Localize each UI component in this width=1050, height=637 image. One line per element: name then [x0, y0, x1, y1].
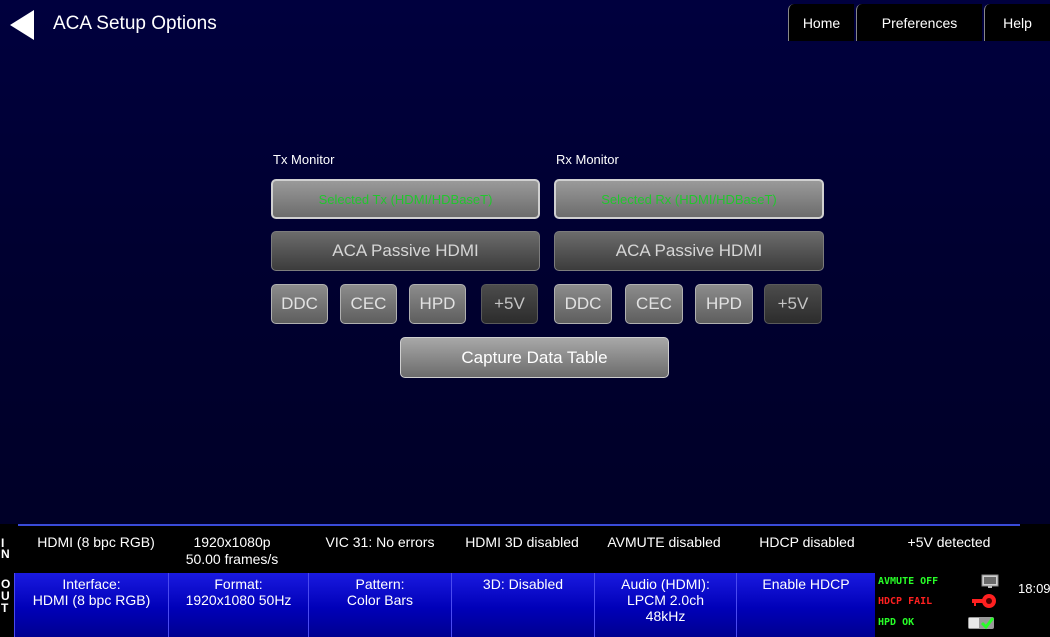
- tx-cec-button[interactable]: CEC: [340, 284, 397, 324]
- out-format-value: 1920x1080 50Hz: [185, 592, 292, 608]
- tx-select-button[interactable]: Selected Tx (HDMI/HDBaseT): [271, 179, 540, 219]
- rx-monitor-label: Rx Monitor: [556, 152, 619, 167]
- out-side-label-u: U: [1, 589, 10, 603]
- in-format-rate: 50.00 frames/s: [185, 551, 279, 567]
- back-arrow-icon[interactable]: [10, 10, 34, 40]
- in-vic: VIC 31: No errors: [325, 534, 435, 550]
- hpd-status: HPD OK: [878, 617, 915, 628]
- out-3d-button[interactable]: 3D: Disabled: [451, 573, 594, 637]
- in-interface: HDMI (8 bpc RGB): [37, 534, 155, 550]
- rx-aca-mode-button[interactable]: ACA Passive HDMI: [554, 231, 824, 271]
- rx-select-button[interactable]: Selected Rx (HDMI/HDBaseT): [554, 179, 824, 219]
- avmute-status: AVMUTE OFF: [878, 576, 939, 587]
- out-audio-format: LPCM 2.0ch: [626, 592, 705, 608]
- out-pattern-button[interactable]: Pattern: Color Bars: [308, 573, 451, 637]
- in-side-label-n: N: [1, 547, 10, 561]
- rx-5v-button[interactable]: +5V: [764, 284, 822, 324]
- out-interface-label: Interface:: [62, 576, 121, 592]
- tx-aca-mode-button[interactable]: ACA Passive HDMI: [271, 231, 540, 271]
- toggle-switch-icon: [968, 617, 995, 630]
- clock: 18:09: [1018, 581, 1050, 596]
- out-audio-button[interactable]: Audio (HDMI): LPCM 2.0ch 48kHz: [594, 573, 736, 637]
- out-3d-label: 3D: Disabled: [482, 576, 564, 592]
- tx-ddc-button[interactable]: DDC: [271, 284, 328, 324]
- key-icon: [972, 594, 996, 608]
- in-hdcp: HDCP disabled: [759, 534, 855, 550]
- input-status-bar: I N HDMI (8 bpc RGB) 1920x1080p 50.00 fr…: [0, 524, 1050, 571]
- out-interface-value: HDMI (8 bpc RGB): [32, 592, 151, 608]
- tx-hpd-button[interactable]: HPD: [409, 284, 466, 324]
- out-pattern-label: Pattern:: [355, 576, 405, 592]
- tab-preferences[interactable]: Preferences: [856, 4, 982, 41]
- out-hdcp-label: Enable HDCP: [762, 576, 850, 592]
- output-status-bar: O U T Interface: HDMI (8 bpc RGB) Format…: [0, 571, 1050, 637]
- page-title: ACA Setup Options: [53, 13, 217, 34]
- top-bar: ACA Setup Options Home Preferences Help: [0, 0, 1050, 48]
- hdcp-status: HDCP FAIL: [878, 596, 933, 607]
- monitor-icon: [981, 574, 999, 588]
- tab-home[interactable]: Home: [788, 4, 854, 41]
- tx-5v-button[interactable]: +5V: [481, 284, 538, 324]
- tx-monitor-label: Tx Monitor: [273, 152, 335, 167]
- rx-ddc-button[interactable]: DDC: [554, 284, 612, 324]
- tab-help[interactable]: Help: [984, 4, 1050, 41]
- out-side-label-t: T: [1, 601, 9, 615]
- in-power: +5V detected: [907, 534, 991, 550]
- in-avmute: AVMUTE disabled: [607, 534, 721, 550]
- out-interface-button[interactable]: Interface: HDMI (8 bpc RGB): [14, 573, 168, 637]
- out-audio-label: Audio (HDMI):: [621, 576, 710, 592]
- output-status-panel: AVMUTE OFF HDCP FAIL HPD OK: [875, 571, 1008, 637]
- app-window: ACA Setup Options Home Preferences Help …: [0, 0, 1050, 637]
- out-side-label-o: O: [1, 577, 11, 591]
- out-audio-rate: 48kHz: [645, 608, 686, 624]
- out-format-label: Format:: [214, 576, 263, 592]
- divider: [18, 524, 1020, 526]
- in-hdmi3d: HDMI 3D disabled: [465, 534, 579, 550]
- rx-hpd-button[interactable]: HPD: [695, 284, 753, 324]
- rx-cec-button[interactable]: CEC: [625, 284, 683, 324]
- capture-data-table-button[interactable]: Capture Data Table: [400, 337, 669, 378]
- in-format-resolution: 1920x1080p: [193, 534, 271, 550]
- out-pattern-value: Color Bars: [346, 592, 414, 608]
- out-format-button[interactable]: Format: 1920x1080 50Hz: [168, 573, 308, 637]
- out-hdcp-button[interactable]: Enable HDCP: [736, 573, 875, 637]
